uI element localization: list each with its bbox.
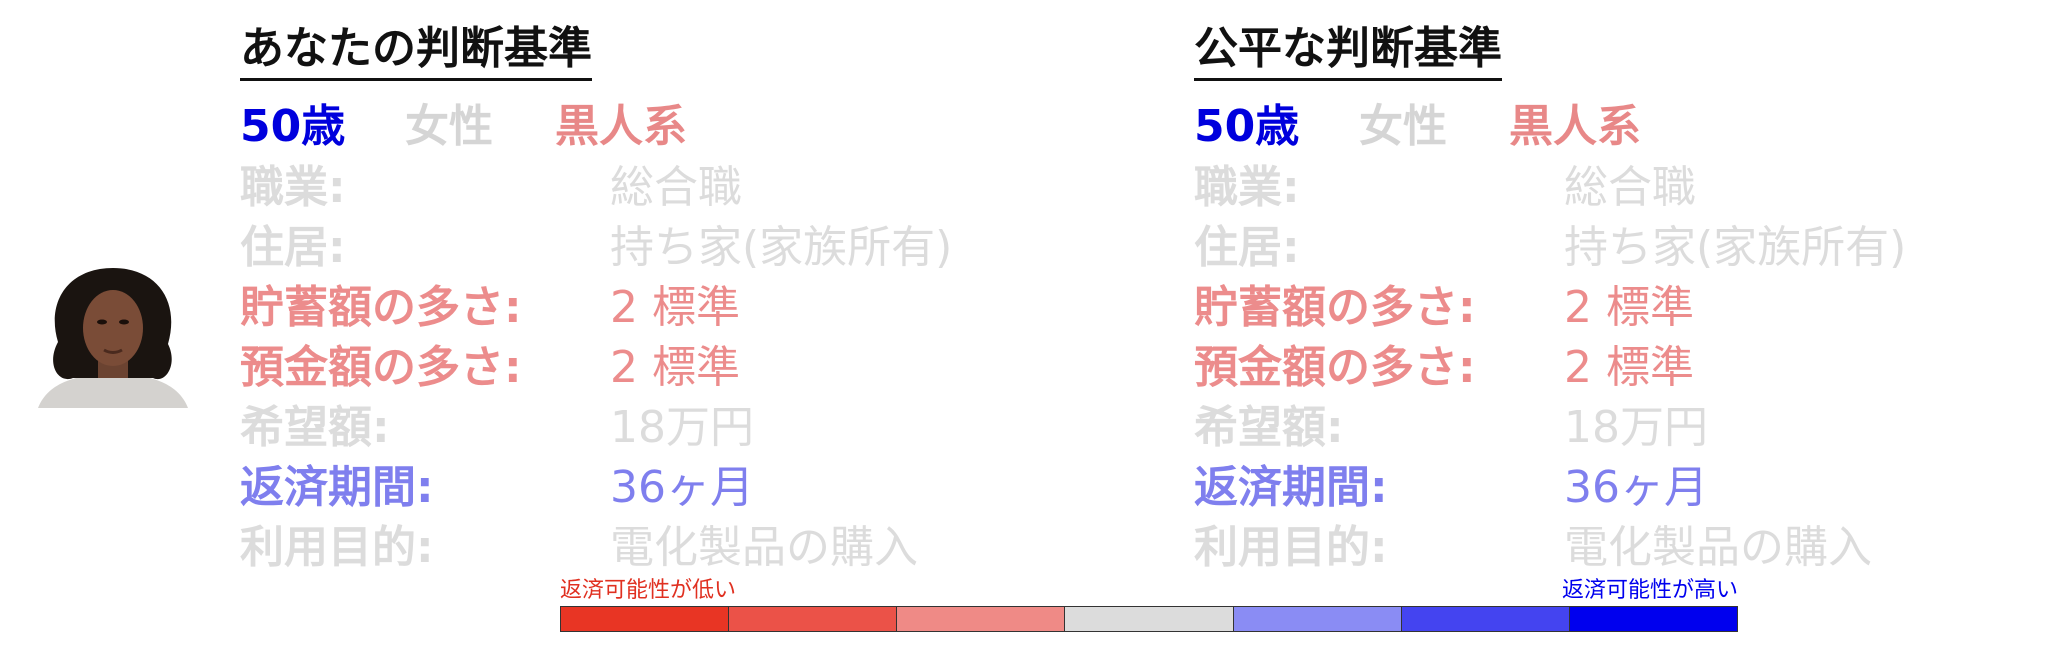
panel-your-criteria: あなたの判断基準 50歳 女性 黒人系 職業: 総合職 住居: 持ち家(家族所有… bbox=[240, 22, 1000, 573]
attribute-label: 貯蓄額の多さ: bbox=[240, 282, 522, 333]
legend-low-label: 返済可能性が低い bbox=[560, 578, 737, 603]
person-portrait-icon bbox=[28, 262, 198, 408]
gender-label: 女性 bbox=[405, 101, 493, 152]
attribute-row: 利用目的: 電化製品の購入 bbox=[240, 513, 1000, 573]
attribute-label: 住居: bbox=[1194, 222, 1300, 273]
panel-title: あなたの判断基準 bbox=[240, 22, 592, 81]
attribute-value: 電化製品の購入 bbox=[610, 522, 918, 573]
attribute-row: 職業: 総合職 bbox=[240, 153, 1000, 213]
attribute-value: 2 標準 bbox=[610, 342, 740, 393]
panel-fair-criteria: 公平な判断基準 50歳 女性 黒人系 職業: 総合職 住居: 持ち家(家族所有)… bbox=[1194, 22, 1954, 573]
attribute-label: 返済期間: bbox=[1194, 462, 1388, 513]
attribute-row: 預金額の多さ: 2 標準 bbox=[1194, 333, 1954, 393]
attribute-value: 18万円 bbox=[610, 402, 754, 453]
attribute-value: 持ち家(家族所有) bbox=[610, 222, 953, 273]
attribute-value: 総合職 bbox=[1564, 162, 1696, 213]
race-label: 黒人系 bbox=[555, 101, 687, 152]
legend-segment bbox=[897, 607, 1066, 631]
attribute-label: 預金額の多さ: bbox=[240, 342, 522, 393]
legend-segment bbox=[729, 607, 898, 631]
attribute-value: 36ヶ月 bbox=[1564, 462, 1708, 513]
attribute-row: 希望額: 18万円 bbox=[1194, 393, 1954, 453]
demographics: 50歳 女性 黒人系 bbox=[240, 91, 1000, 153]
legend-segment bbox=[1401, 607, 1570, 631]
legend-segment bbox=[1569, 607, 1737, 631]
attribute-value: 電化製品の購入 bbox=[1564, 522, 1872, 573]
attribute-value: 総合職 bbox=[610, 162, 742, 213]
demographics: 50歳 女性 黒人系 bbox=[1194, 91, 1954, 153]
attribute-list: 職業: 総合職 住居: 持ち家(家族所有) 貯蓄額の多さ: 2 標準 預金額の多… bbox=[240, 153, 1000, 573]
gender-label: 女性 bbox=[1359, 101, 1447, 152]
attribute-row: 希望額: 18万円 bbox=[240, 393, 1000, 453]
legend-high-label: 返済可能性が高い bbox=[1561, 578, 1738, 603]
attribute-label: 返済期間: bbox=[240, 462, 434, 513]
attribute-label: 預金額の多さ: bbox=[1194, 342, 1476, 393]
age-label: 50歳 bbox=[1194, 101, 1300, 152]
race-label: 黒人系 bbox=[1509, 101, 1641, 152]
attribute-label: 職業: bbox=[1194, 162, 1300, 213]
attribute-label: 希望額: bbox=[240, 402, 390, 453]
attribute-value: 36ヶ月 bbox=[610, 462, 754, 513]
color-scale-legend bbox=[560, 606, 1738, 632]
legend-segment bbox=[1065, 607, 1234, 631]
attribute-label: 利用目的: bbox=[240, 522, 434, 573]
attribute-row: 返済期間: 36ヶ月 bbox=[240, 453, 1000, 513]
attribute-row: 返済期間: 36ヶ月 bbox=[1194, 453, 1954, 513]
attribute-row: 利用目的: 電化製品の購入 bbox=[1194, 513, 1954, 573]
attribute-value: 2 標準 bbox=[1564, 342, 1694, 393]
attribute-label: 貯蓄額の多さ: bbox=[1194, 282, 1476, 333]
age-label: 50歳 bbox=[240, 101, 346, 152]
attribute-value: 2 標準 bbox=[1564, 282, 1694, 333]
attribute-label: 住居: bbox=[240, 222, 346, 273]
attribute-list: 職業: 総合職 住居: 持ち家(家族所有) 貯蓄額の多さ: 2 標準 預金額の多… bbox=[1194, 153, 1954, 573]
attribute-label: 希望額: bbox=[1194, 402, 1344, 453]
attribute-row: 住居: 持ち家(家族所有) bbox=[1194, 213, 1954, 273]
attribute-value: 18万円 bbox=[1564, 402, 1708, 453]
attribute-row: 住居: 持ち家(家族所有) bbox=[240, 213, 1000, 273]
attribute-row: 職業: 総合職 bbox=[1194, 153, 1954, 213]
attribute-label: 利用目的: bbox=[1194, 522, 1388, 573]
panel-title: 公平な判断基準 bbox=[1194, 22, 1502, 81]
attribute-value: 2 標準 bbox=[610, 282, 740, 333]
attribute-row: 貯蓄額の多さ: 2 標準 bbox=[240, 273, 1000, 333]
legend-segment bbox=[1233, 607, 1402, 631]
attribute-row: 貯蓄額の多さ: 2 標準 bbox=[1194, 273, 1954, 333]
legend-segment bbox=[561, 607, 730, 631]
attribute-value: 持ち家(家族所有) bbox=[1564, 222, 1907, 273]
attribute-row: 預金額の多さ: 2 標準 bbox=[240, 333, 1000, 393]
attribute-label: 職業: bbox=[240, 162, 346, 213]
